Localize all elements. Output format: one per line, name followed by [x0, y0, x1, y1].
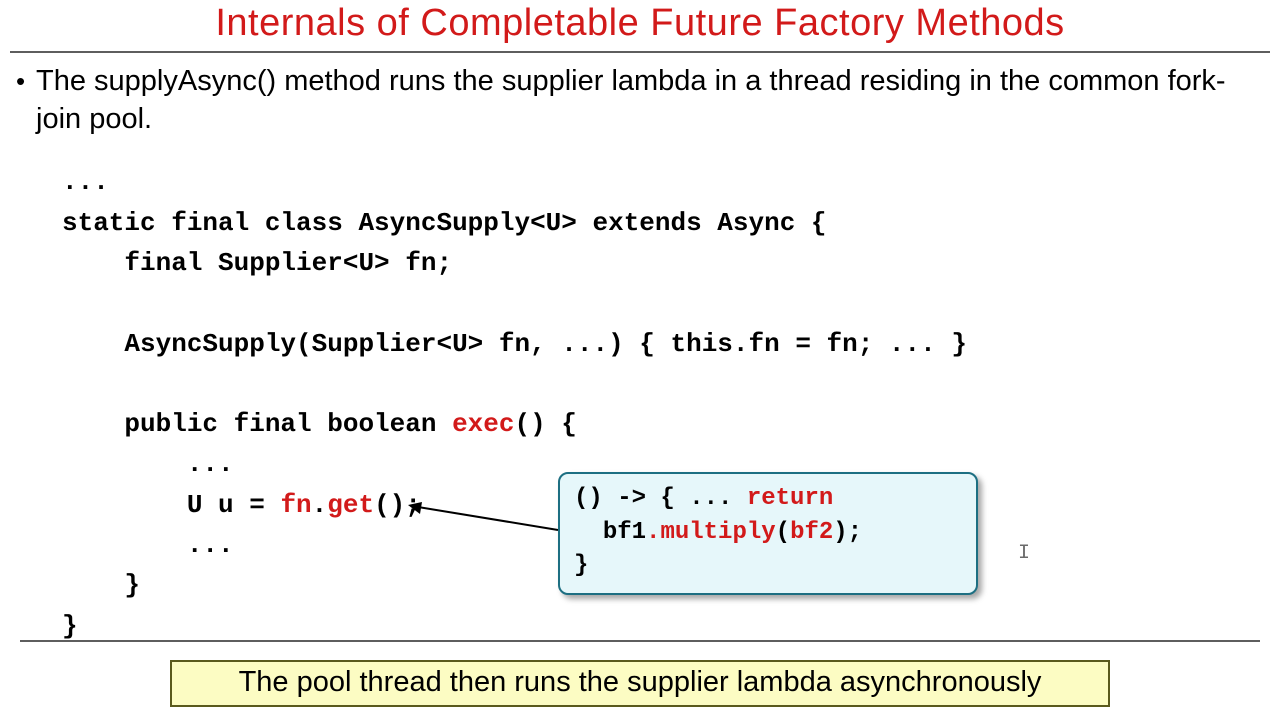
code-line: (); — [374, 490, 421, 520]
text-caret-icon: I — [1018, 542, 1030, 565]
callout-text: bf1 — [574, 519, 646, 546]
code-keyword-exec: exec — [452, 409, 514, 439]
callout-dot: . — [646, 519, 660, 546]
code-line: } — [62, 570, 140, 600]
lambda-callout: () -> { ... return bf1.multiply(bf2); } — [558, 472, 978, 595]
code-line: ... — [62, 449, 234, 479]
callout-keyword-return: return — [747, 485, 833, 512]
code-line: AsyncSupply(Supplier<U> fn, ...) { this.… — [62, 329, 967, 359]
code-line: final Supplier<U> fn; — [62, 248, 452, 278]
code-line: ... — [62, 167, 109, 197]
code-ident-fn: fn — [280, 490, 311, 520]
code-line: U u = — [62, 490, 280, 520]
code-line: static final class AsyncSupply<U> extend… — [62, 208, 827, 238]
footer-note: The pool thread then runs the supplier l… — [170, 660, 1110, 707]
divider-bottom — [20, 640, 1260, 642]
bullet-icon — [8, 63, 36, 138]
code-line: . — [312, 490, 328, 520]
slide-root: Internals of Completable Future Factory … — [0, 0, 1280, 720]
bullet-text: The supplyAsync() method runs the suppli… — [36, 63, 1262, 138]
bullet-row: The supplyAsync() method runs the suppli… — [0, 53, 1280, 138]
code-line: () { — [515, 409, 577, 439]
code-line: ... — [62, 530, 234, 560]
callout-ident-bf2: bf2 — [790, 519, 833, 546]
code-line: public final boolean — [62, 409, 452, 439]
callout-ident-multiply: multiply — [660, 519, 775, 546]
slide-title: Internals of Completable Future Factory … — [0, 0, 1280, 51]
code-ident-get: get — [327, 490, 374, 520]
code-line: } — [62, 611, 78, 641]
callout-text: ( — [776, 519, 790, 546]
callout-text: () -> { ... — [574, 485, 747, 512]
